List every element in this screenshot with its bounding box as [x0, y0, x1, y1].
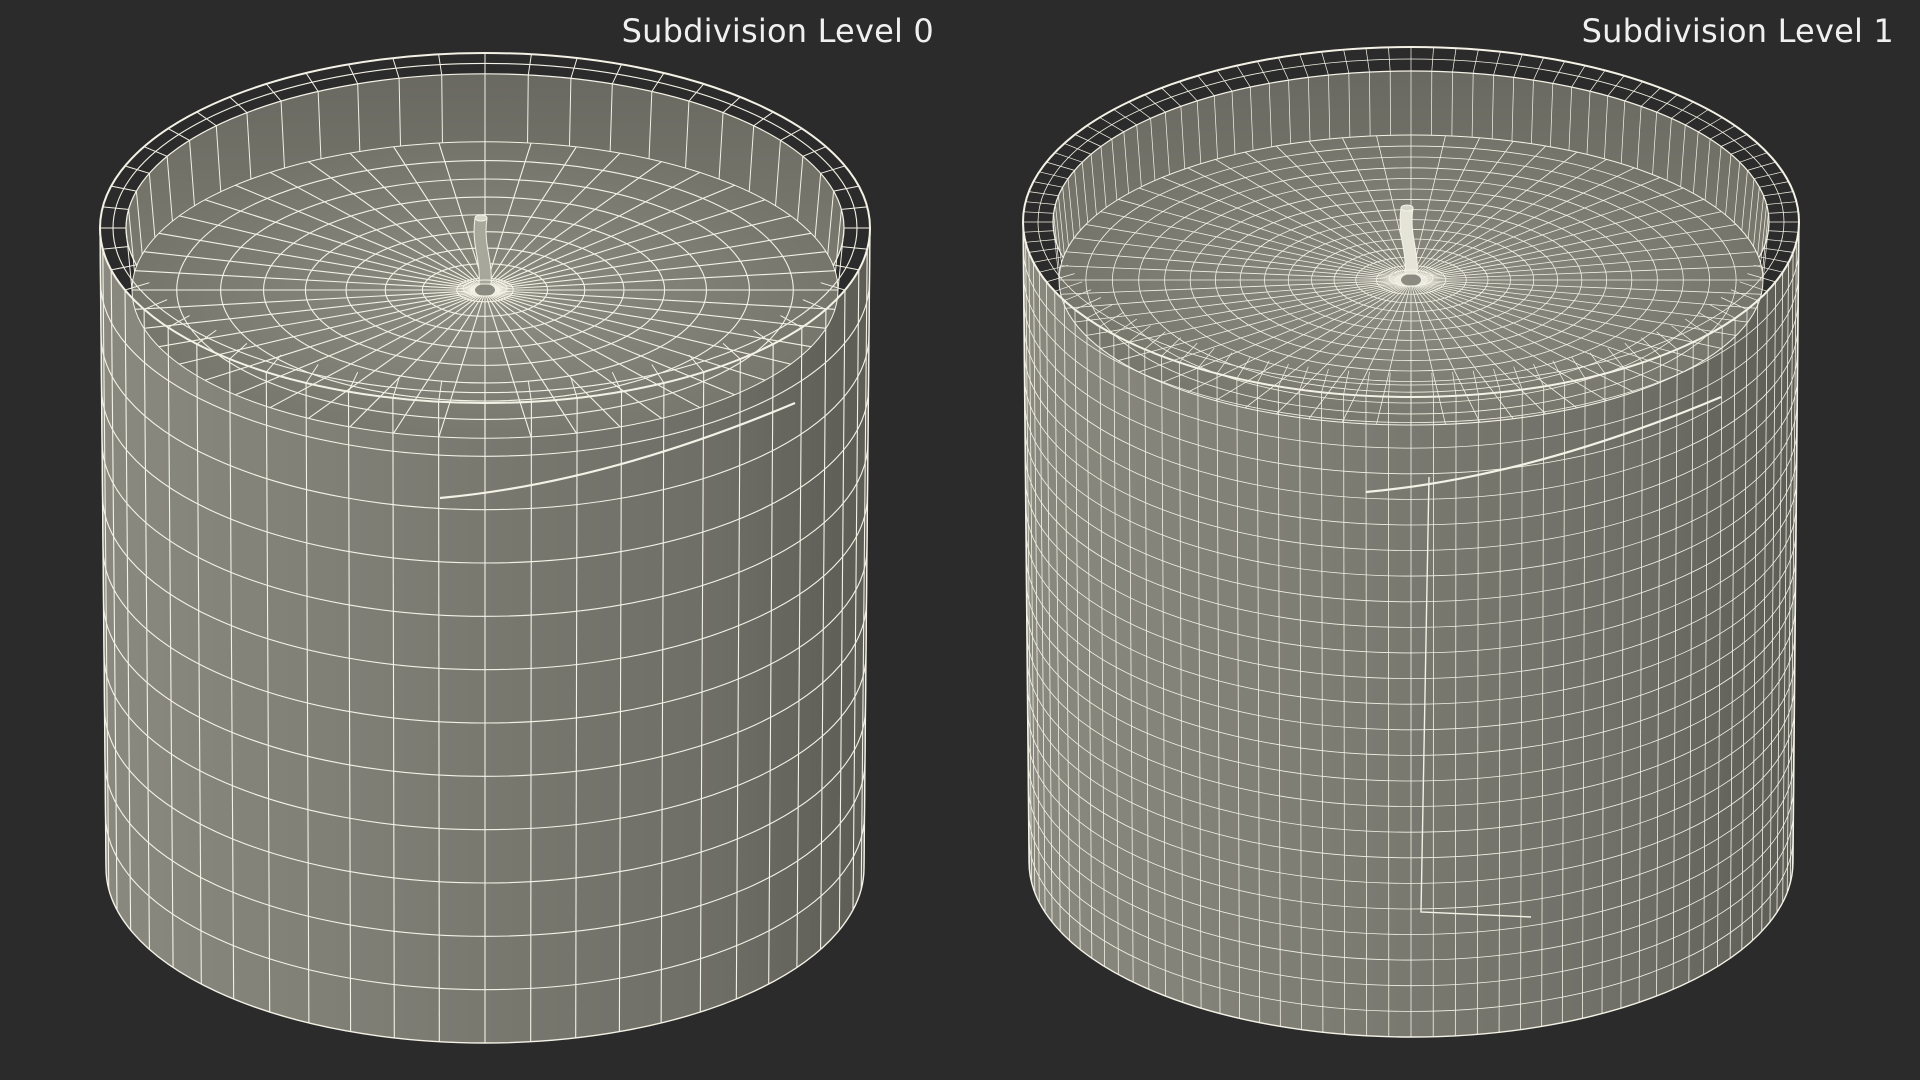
rim-segment	[1533, 57, 1545, 81]
rim-segment	[1730, 143, 1758, 155]
rim-segment	[1028, 247, 1059, 253]
rim-segment	[1640, 87, 1661, 107]
rim-segment	[1128, 101, 1151, 119]
rim-segment	[1685, 109, 1709, 126]
rim-segment	[229, 96, 248, 113]
rim-segment	[1074, 134, 1102, 147]
rim-segment	[1179, 81, 1198, 102]
rim-segment	[1656, 94, 1678, 113]
rim-segment	[1763, 191, 1794, 197]
wick-tip	[474, 214, 488, 222]
rim-segment	[1086, 125, 1113, 140]
rim-segment	[802, 146, 827, 157]
rim-segment	[111, 264, 137, 271]
rim-segment	[124, 165, 150, 174]
rim-segment	[305, 72, 319, 92]
rim-segment	[1144, 94, 1166, 113]
rim-segment	[820, 165, 846, 174]
rim-segment	[1739, 152, 1768, 163]
rim-segment	[1113, 109, 1137, 126]
rim-segment	[833, 185, 859, 192]
rim-segment	[1552, 61, 1565, 84]
rim-segment	[722, 96, 741, 113]
rim-segment	[1039, 171, 1069, 180]
rim-segment	[753, 111, 774, 127]
candle-jar-level-1	[1022, 46, 1800, 1038]
rim-segment	[688, 83, 705, 102]
rim-segment	[1571, 65, 1586, 88]
rim-segment	[265, 83, 282, 102]
rim-segment	[1054, 152, 1083, 163]
rim-segment	[1046, 161, 1075, 171]
wick-tip	[1400, 204, 1414, 212]
rim-segment	[833, 264, 859, 271]
rim-segment	[1607, 75, 1625, 97]
rim-segment	[1671, 101, 1694, 119]
rim-segment	[1197, 75, 1215, 97]
rim-segment	[111, 185, 137, 192]
rim-segment	[1257, 61, 1270, 84]
rim-segment	[1033, 181, 1063, 188]
rim-segment	[143, 146, 168, 157]
rim-segment	[1753, 171, 1783, 180]
rim-segment	[651, 72, 665, 92]
candle-jar-level-0	[99, 52, 871, 1044]
rim-segment	[1624, 81, 1643, 102]
rim-segment	[1216, 70, 1233, 92]
rim-segment	[1277, 57, 1289, 81]
rim-segment	[1064, 143, 1092, 155]
rim-segment	[1759, 181, 1789, 188]
rim-segment	[1709, 125, 1736, 140]
rim-segment	[1161, 87, 1182, 107]
rim-segment	[1720, 134, 1748, 147]
rim-segment	[1236, 65, 1251, 88]
rim-segment	[196, 111, 217, 127]
rim-segment	[1763, 247, 1794, 253]
render-viewport	[99, 46, 1800, 1044]
rim-segment	[1589, 70, 1606, 92]
rim-segment	[1747, 161, 1776, 171]
rim-segment	[1028, 191, 1059, 197]
